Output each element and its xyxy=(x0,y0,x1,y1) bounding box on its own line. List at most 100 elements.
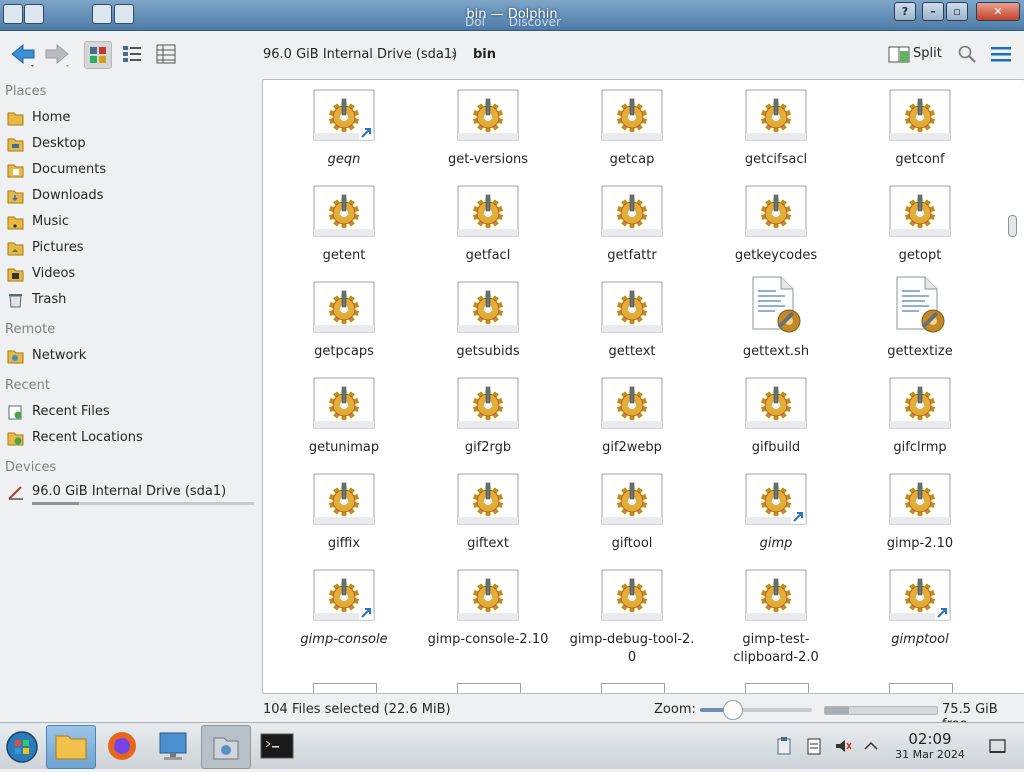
file-item[interactable]: gimp-console xyxy=(274,569,414,661)
free-space-bar[interactable] xyxy=(824,706,938,715)
breadcrumb-current[interactable]: bin xyxy=(473,47,496,62)
sidebar-item-desktop[interactable]: Desktop xyxy=(4,133,254,155)
file-item[interactable]: gimp-test- clipboard-2.0 xyxy=(706,569,846,665)
sidebar-item-trash[interactable]: Trash xyxy=(4,289,254,311)
file-name: gimp-2.10 xyxy=(886,536,954,551)
file-item[interactable]: gimp-debug-tool-2. 0 xyxy=(562,569,702,665)
file-item-partial[interactable] xyxy=(601,683,665,693)
start-button[interactable] xyxy=(0,725,48,767)
maximize-button[interactable]: ▫ xyxy=(946,2,968,21)
icons-view-button[interactable] xyxy=(84,41,112,69)
chevron-up-icon[interactable] xyxy=(862,737,880,755)
sidebar-item-downloads[interactable]: Downloads xyxy=(4,185,254,207)
hamburger-menu-button[interactable] xyxy=(990,44,1012,64)
sidebar-item-label: Documents xyxy=(32,162,107,177)
file-view[interactable]: geqn get-versions getcap getcifsacl getconf g… xyxy=(262,79,1024,694)
file-item[interactable]: gifclrmp xyxy=(850,377,990,469)
file-item[interactable]: getfattr xyxy=(562,185,702,277)
taskbar-system-settings[interactable] xyxy=(150,725,198,767)
file-item[interactable]: gimp-2.10 xyxy=(850,473,990,565)
file-item[interactable]: giffix xyxy=(274,473,414,565)
sidebar-item-documents[interactable]: Documents xyxy=(4,159,254,181)
notes-tray-icon[interactable] xyxy=(805,737,823,755)
executable-icon xyxy=(457,281,519,335)
file-item[interactable]: getcifsacl xyxy=(706,89,846,181)
compact-view-button[interactable] xyxy=(119,41,145,67)
title-bar[interactable]: bin — Dolphin ? – ▫ ✕ Dol Discover xyxy=(0,0,1024,31)
sidebar-item-home[interactable]: Home xyxy=(4,107,254,129)
file-name: gif2webp xyxy=(602,440,662,455)
file-item[interactable]: gimp-console-2.10 xyxy=(418,569,558,661)
file-item[interactable]: gimptool xyxy=(850,569,990,661)
taskbar-firefox[interactable] xyxy=(98,725,146,767)
file-item[interactable]: gettext.sh xyxy=(706,276,846,373)
details-view-button[interactable] xyxy=(153,41,179,67)
close-button[interactable]: ✕ xyxy=(976,2,1020,21)
back-button[interactable] xyxy=(8,40,38,68)
file-name: getfacl xyxy=(465,248,511,263)
help-button[interactable]: ? xyxy=(894,2,916,21)
sidebar-item-drive[interactable]: 96.0 GiB Internal Drive (sda1) xyxy=(4,481,254,507)
split-button[interactable]: Split xyxy=(886,41,946,67)
free-space-fill xyxy=(825,707,849,714)
zoom-slider-handle[interactable] xyxy=(723,700,743,720)
file-name: gettextize xyxy=(887,344,953,359)
file-item[interactable]: gif2webp xyxy=(562,377,702,469)
file-item[interactable]: gif2rgb xyxy=(418,377,558,469)
file-item[interactable]: getunimap xyxy=(274,377,414,469)
file-item[interactable]: getkeycodes xyxy=(706,185,846,277)
file-name: getent xyxy=(322,248,366,263)
file-item[interactable]: gifbuild xyxy=(706,377,846,469)
file-item[interactable]: getsubids xyxy=(418,281,558,373)
file-item-partial[interactable] xyxy=(457,683,521,693)
file-item[interactable]: getent xyxy=(274,185,414,277)
file-item-partial[interactable] xyxy=(745,683,809,693)
file-item[interactable]: getopt xyxy=(850,185,990,277)
home-folder-icon xyxy=(7,112,24,126)
taskbar-dolphin[interactable] xyxy=(201,725,251,769)
system-settings-icon xyxy=(159,732,187,760)
minimize-button[interactable]: – xyxy=(922,2,944,21)
taskbar-file-manager[interactable] xyxy=(46,725,96,769)
sidebar-item-pictures[interactable]: Pictures xyxy=(4,237,254,259)
file-item-partial[interactable] xyxy=(889,683,953,693)
search-button[interactable] xyxy=(957,44,977,64)
main-toolbar: 96.0 GiB Internal Drive (sda1) › bin Spl… xyxy=(0,31,1024,77)
file-name: gimp xyxy=(759,536,793,551)
file-item[interactable]: gimp xyxy=(706,473,846,565)
file-item[interactable]: getpcaps xyxy=(274,281,414,373)
file-name: gimp-debug-tool-2. 0 xyxy=(569,632,695,665)
file-name: gimp-console-2.10 xyxy=(427,632,549,647)
file-item[interactable]: geqn xyxy=(274,89,414,181)
executable-icon xyxy=(889,377,951,431)
clipboard-tray-icon[interactable] xyxy=(775,737,793,755)
sidebar-item-recent-files[interactable]: Recent Files xyxy=(4,401,254,423)
forward-button[interactable] xyxy=(42,40,72,68)
file-item[interactable]: giftool xyxy=(562,473,702,565)
clock-date[interactable]: 31 Mar 2024 xyxy=(884,748,976,761)
scrollbar-thumb[interactable] xyxy=(1008,215,1017,237)
volume-muted-icon[interactable] xyxy=(834,737,852,755)
places-panel: Places Home Desktop Documents Downloads … xyxy=(0,78,258,698)
sidebar-item-network[interactable]: Network xyxy=(4,345,254,367)
show-desktop-icon[interactable] xyxy=(988,737,1006,755)
file-item[interactable]: getfacl xyxy=(418,185,558,277)
file-item[interactable]: get-versions xyxy=(418,89,558,181)
file-item[interactable]: gettext xyxy=(562,281,702,373)
file-item[interactable]: getcap xyxy=(562,89,702,181)
sidebar-item-label: Recent Files xyxy=(32,404,110,419)
clock-time[interactable]: 02:09 xyxy=(890,730,970,748)
file-name: giftool xyxy=(611,536,653,551)
taskbar-terminal[interactable] xyxy=(253,725,301,767)
sidebar-item-music[interactable]: Music xyxy=(4,211,254,233)
sidebar-item-videos[interactable]: Videos xyxy=(4,263,254,285)
split-label: Split xyxy=(913,46,942,61)
sidebar-item-recent-locations[interactable]: Recent Locations xyxy=(4,427,254,449)
recent-files-icon xyxy=(8,405,22,420)
file-item[interactable]: gettextize xyxy=(850,276,990,373)
file-item-partial[interactable] xyxy=(313,683,377,693)
breadcrumb-drive[interactable]: 96.0 GiB Internal Drive (sda1) xyxy=(263,47,457,62)
file-item[interactable]: getconf xyxy=(850,89,990,181)
file-item[interactable]: giftext xyxy=(418,473,558,565)
executable-icon xyxy=(457,377,519,431)
